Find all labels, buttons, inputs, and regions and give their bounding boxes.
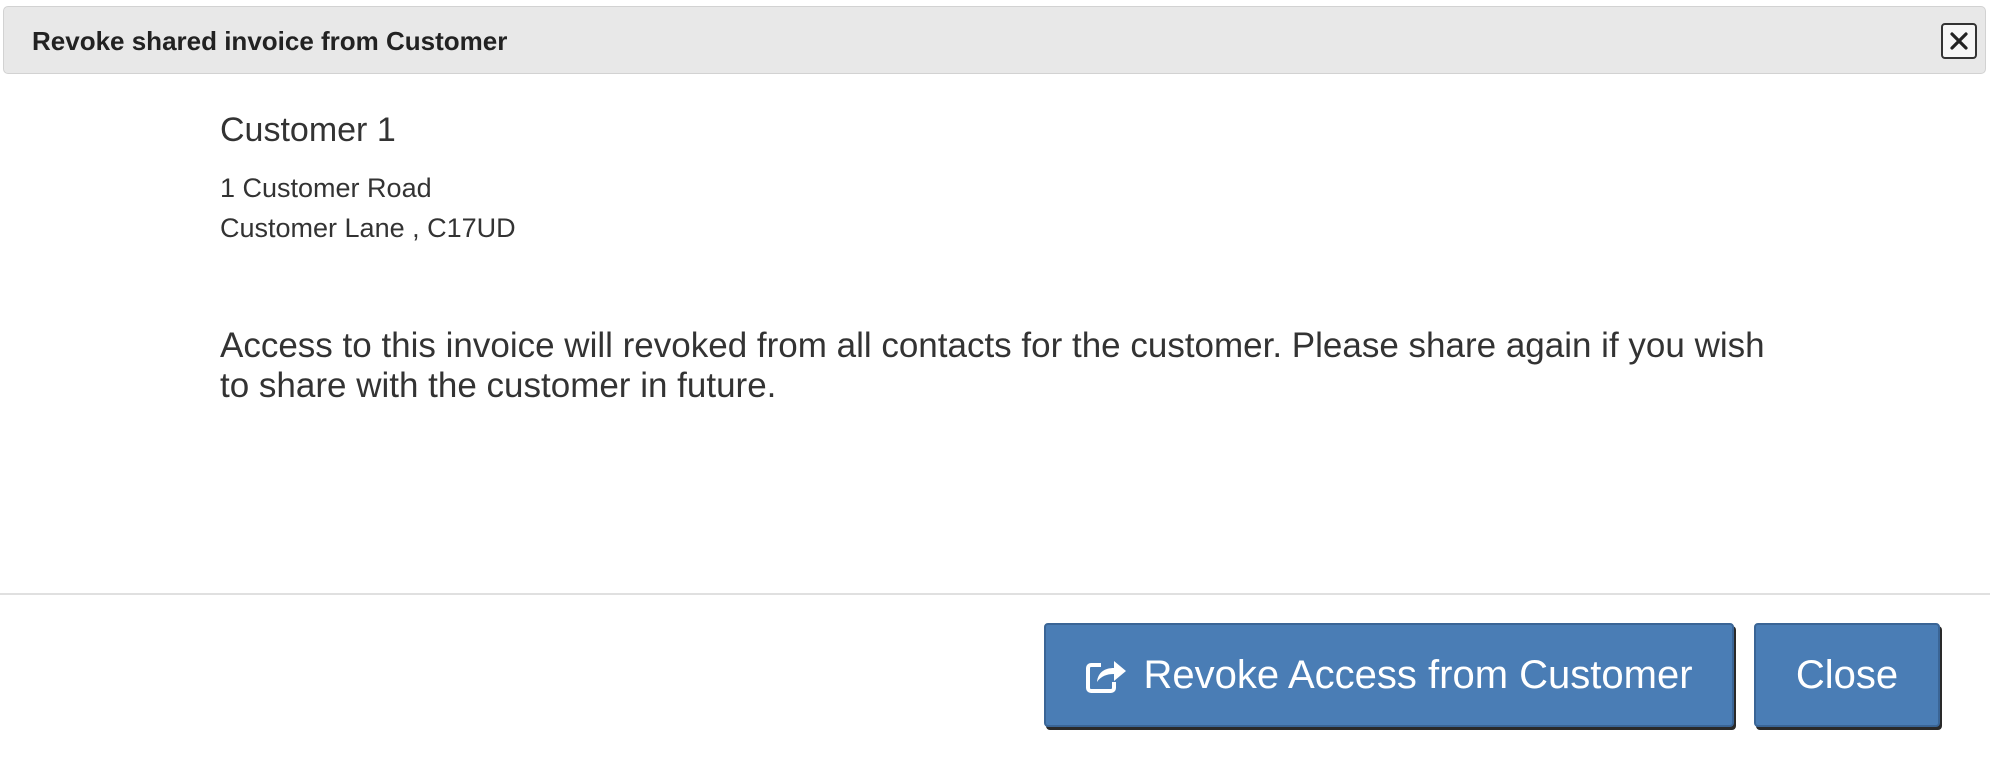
revoke-invoice-dialog: Revoke shared invoice from Customer Cust…: [0, 0, 1990, 766]
close-button-label: Close: [1795, 652, 1899, 697]
footer-divider: [0, 593, 1990, 595]
revoke-access-button[interactable]: Revoke Access from Customer: [1044, 623, 1734, 727]
customer-address-line1: 1 Customer Road: [220, 173, 432, 203]
close-button[interactable]: Close: [1754, 623, 1940, 727]
dialog-close-button[interactable]: [1941, 23, 1977, 59]
customer-address-line2: Customer Lane , C17UD: [220, 213, 516, 243]
revoke-message: Access to this invoice will revoked from…: [220, 326, 1765, 405]
dialog-titlebar: Revoke shared invoice from Customer: [3, 6, 1986, 74]
dialog-title: Revoke shared invoice from Customer: [32, 26, 508, 56]
customer-name: Customer 1: [220, 111, 396, 149]
revoke-access-label: Revoke Access from Customer: [1143, 652, 1693, 697]
share-square-icon: [1085, 655, 1129, 695]
close-x-icon: [1950, 32, 1968, 50]
dialog-body: Customer 1 1 Customer Road Customer Lane…: [220, 110, 1780, 406]
